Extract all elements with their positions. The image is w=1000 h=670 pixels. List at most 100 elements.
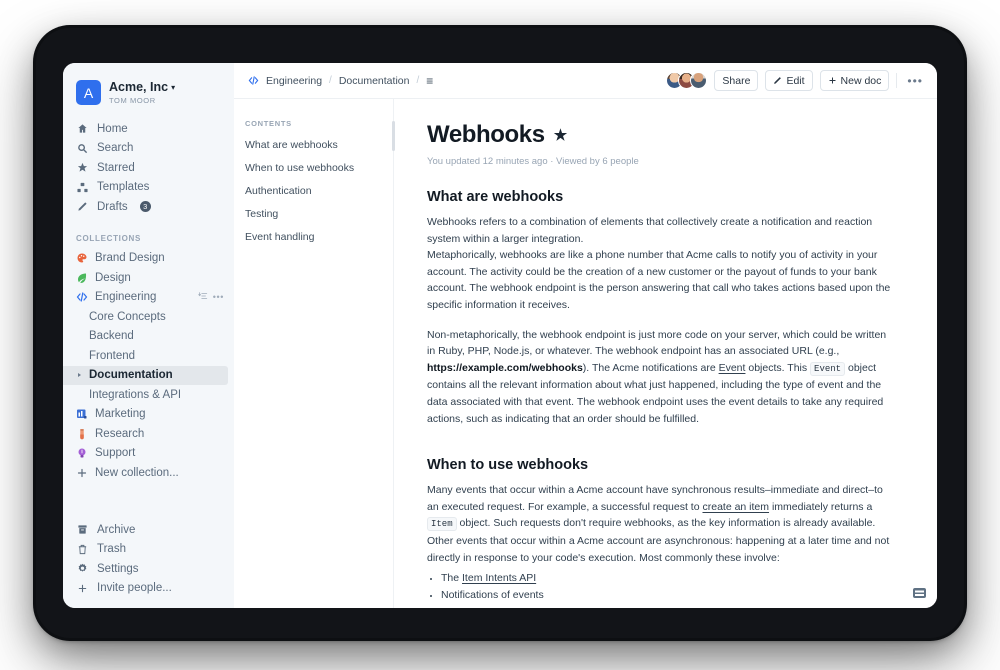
engineering-doc-list: Core Concepts Backend Frontend Documenta… xyxy=(63,307,234,405)
sidebar-doc-label: Backend xyxy=(89,330,134,343)
sidebar-new-collection[interactable]: New collection... xyxy=(63,463,234,483)
paragraph-4: Many events that occur within a Acme acc… xyxy=(427,482,897,566)
sidebar-collection-engineering[interactable]: Engineering ••• xyxy=(63,288,234,308)
inline-code-event: Event xyxy=(810,361,846,376)
chart-emoji-icon xyxy=(76,408,88,420)
sidebar-doc-core-concepts[interactable]: Core Concepts xyxy=(63,307,228,327)
sidebar-doc-frontend[interactable]: Frontend xyxy=(63,346,228,366)
sidebar-item-label: Archive xyxy=(97,523,136,536)
sidebar-collection-brand-design[interactable]: Brand Design xyxy=(63,249,234,269)
chevron-down-icon: ▾ xyxy=(171,82,176,92)
sidebar: A Acme, Inc ▾ TOM MOOR Home Search Starr… xyxy=(63,63,234,608)
star-icon xyxy=(76,161,89,174)
document-content: Webhooks ★ You updated 12 minutes ago · … xyxy=(394,99,937,608)
create-an-item-link[interactable]: create an item xyxy=(702,501,769,513)
chevron-right-icon[interactable] xyxy=(78,373,81,378)
paragraph-3-part-b: ). The Acme notifications are xyxy=(582,361,719,374)
app-window: A Acme, Inc ▾ TOM MOOR Home Search Starr… xyxy=(63,63,937,608)
testtube-emoji-icon xyxy=(76,428,88,440)
breadcrumb-documentation[interactable]: Documentation xyxy=(339,75,410,87)
new-doc-button-label: New doc xyxy=(840,74,882,87)
trash-icon xyxy=(76,543,89,556)
more-options-icon[interactable]: ••• xyxy=(904,74,926,88)
sidebar-collection-label: Brand Design xyxy=(95,252,165,265)
collections-header: COLLECTIONS xyxy=(76,233,142,243)
sidebar-item-label: Search xyxy=(97,142,134,155)
more-icon[interactable]: ••• xyxy=(213,292,224,302)
breadcrumb-engineering[interactable]: Engineering xyxy=(266,75,322,87)
share-button[interactable]: Share xyxy=(714,70,759,91)
sidebar-doc-integrations-api[interactable]: Integrations & API xyxy=(63,385,228,405)
toc-item-testing[interactable]: Testing xyxy=(245,208,379,220)
sidebar-item-starred[interactable]: Starred xyxy=(63,158,234,178)
list-item: The Item Intents API xyxy=(441,570,897,587)
pencil-icon xyxy=(76,200,89,213)
plus-icon xyxy=(76,467,88,479)
sidebar-item-label: Trash xyxy=(97,543,126,556)
sidebar-collection-label: Support xyxy=(95,447,136,460)
team-username: TOM MOOR xyxy=(109,96,156,105)
content-body: CONTENTS What are webhooks When to use w… xyxy=(234,99,937,608)
paragraph-3-part-a: Non-metaphorically, the webhook endpoint… xyxy=(427,328,887,358)
sidebar-collection-design[interactable]: Design xyxy=(63,268,234,288)
breadcrumb-menu-icon[interactable]: ≡ xyxy=(426,74,433,88)
sidebar-collection-support[interactable]: Support xyxy=(63,444,234,464)
sidebar-item-archive[interactable]: Archive xyxy=(63,520,234,540)
item-intents-api-link[interactable]: Item Intents API xyxy=(462,572,536,584)
sidebar-item-invite-people[interactable]: Invite people... xyxy=(63,579,234,599)
keyboard-shortcuts-icon[interactable] xyxy=(913,588,926,598)
plus-icon xyxy=(76,582,89,595)
breadcrumb-separator: / xyxy=(416,75,420,86)
sidebar-item-label: Drafts xyxy=(97,200,128,213)
heading-what-are-webhooks: What are webhooks xyxy=(427,189,564,205)
search-icon xyxy=(76,142,89,155)
star-icon[interactable]: ★ xyxy=(554,126,567,144)
event-link[interactable]: Event xyxy=(719,362,746,374)
collaborator-avatars[interactable] xyxy=(666,72,708,89)
sidebar-item-templates[interactable]: Templates xyxy=(63,178,234,198)
webhook-url-link[interactable]: https://example.com/webhooks xyxy=(427,362,583,374)
plus-icon xyxy=(828,76,837,85)
sidebar-doc-label: Integrations & API xyxy=(89,388,182,401)
toc-item-when-to-use-webhooks[interactable]: When to use webhooks xyxy=(245,162,379,174)
edit-button[interactable]: Edit xyxy=(765,70,813,91)
gear-icon xyxy=(76,562,89,575)
sidebar-collection-label: Research xyxy=(95,427,145,440)
team-switcher[interactable]: A Acme, Inc ▾ TOM MOOR xyxy=(63,75,234,105)
toc-item-authentication[interactable]: Authentication xyxy=(245,185,379,197)
toc-item-what-are-webhooks[interactable]: What are webhooks xyxy=(245,139,379,151)
toolbar-divider xyxy=(896,73,898,88)
table-of-contents: CONTENTS What are webhooks When to use w… xyxy=(234,99,395,608)
sidebar-item-trash[interactable]: Trash xyxy=(63,540,234,560)
page-title: Webhooks ★ xyxy=(427,121,897,149)
sidebar-doc-backend[interactable]: Backend xyxy=(63,327,228,347)
new-doc-button[interactable]: New doc xyxy=(819,70,890,91)
sidebar-doc-label: Core Concepts xyxy=(89,310,166,323)
sidebar-item-settings[interactable]: Settings xyxy=(63,559,234,579)
sort-icon[interactable] xyxy=(198,291,208,304)
sidebar-doc-label: Frontend xyxy=(89,349,136,362)
team-logo: A xyxy=(76,80,101,105)
bullet-list: The Item Intents API Notifications of ev… xyxy=(427,570,897,604)
sidebar-item-drafts[interactable]: Drafts 3 xyxy=(63,197,234,217)
sidebar-item-label: Starred xyxy=(97,161,135,174)
sidebar-item-home[interactable]: Home xyxy=(63,119,234,139)
sidebar-item-label: Home xyxy=(97,122,128,135)
code-icon xyxy=(76,291,88,303)
top-toolbar: Engineering / Documentation / ≡ Share Ed… xyxy=(234,63,937,99)
sidebar-doc-documentation[interactable]: Documentation xyxy=(63,365,228,385)
paragraph-4-part-b: immediately returns a xyxy=(769,500,873,513)
page-title-text: Webhooks xyxy=(427,121,545,148)
sidebar-doc-label: Documentation xyxy=(89,369,173,382)
avatar[interactable] xyxy=(690,72,708,89)
sidebar-item-search[interactable]: Search xyxy=(63,139,234,159)
toc-item-event-handling[interactable]: Event handling xyxy=(245,231,379,243)
sidebar-collection-marketing[interactable]: Marketing xyxy=(63,405,234,425)
paragraph-3: Non-metaphorically, the webhook endpoint… xyxy=(427,327,897,428)
main-area: Engineering / Documentation / ≡ Share Ed… xyxy=(234,63,937,608)
sidebar-bottom-nav: Archive Trash Settings Invite people... xyxy=(63,520,234,598)
sidebar-item-label: Templates xyxy=(97,181,150,194)
sidebar-collection-research[interactable]: Research xyxy=(63,424,234,444)
document-meta: You updated 12 minutes ago · Viewed by 6… xyxy=(427,156,639,167)
home-icon xyxy=(76,122,89,135)
